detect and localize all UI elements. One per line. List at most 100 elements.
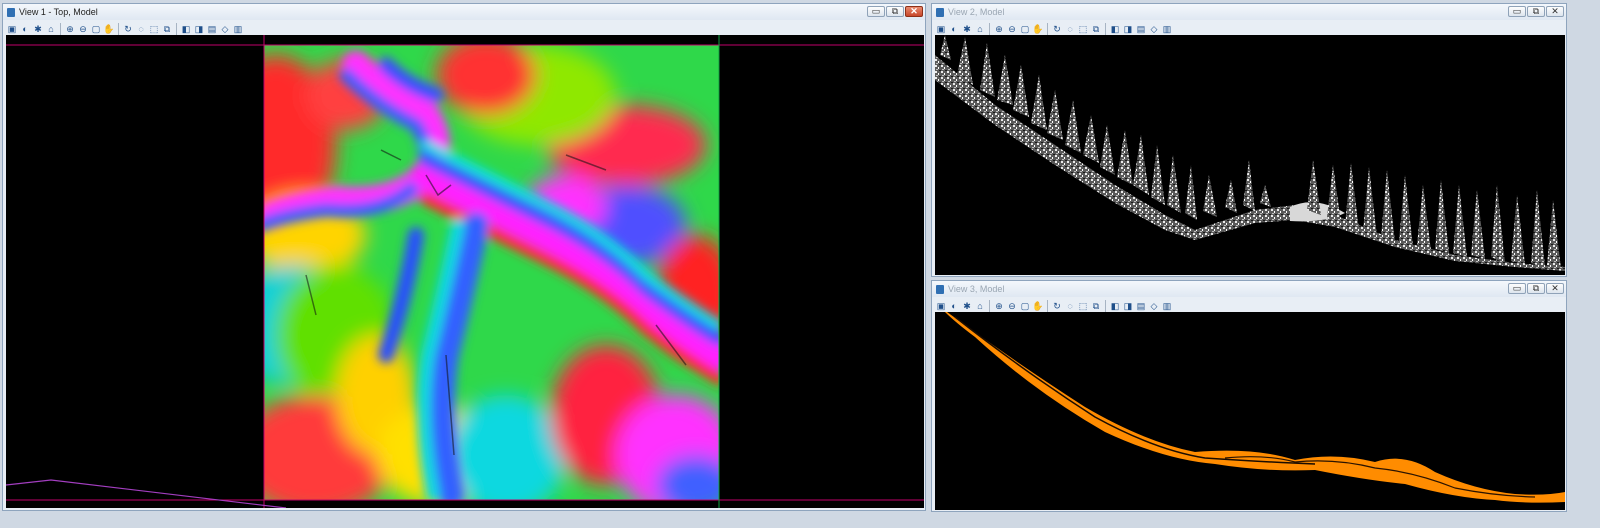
view3-title: View 3, Model [948,284,1005,294]
walk-icon[interactable]: ◌ [135,23,147,35]
previous-view-icon[interactable]: ◧ [1109,300,1121,312]
lights-icon[interactable]: ✱ [961,300,973,312]
lights-icon[interactable]: ✱ [961,23,973,35]
toolbar-separator [989,300,990,312]
view3-drawing [935,312,1565,510]
toolbar-separator [176,23,177,35]
close-icon: ✕ [1551,283,1559,293]
previous-view-icon[interactable]: ◧ [1109,23,1121,35]
toolbar-separator [118,23,119,35]
next-view-icon[interactable]: ◨ [1122,23,1134,35]
view3-window-buttons: ▭ ⧉ ✕ [1508,283,1564,294]
copy-view-icon[interactable]: ⧉ [1090,300,1102,312]
view-attributes-icon[interactable]: ▣ [6,23,18,35]
minimize-button[interactable]: ▭ [1508,283,1526,294]
rotate-icon[interactable]: ↻ [1051,300,1063,312]
close-icon: ✕ [910,6,918,16]
view2-window-buttons: ▭ ⧉ ✕ [1508,6,1564,17]
close-button[interactable]: ✕ [1546,6,1564,17]
view3-titlebar[interactable]: View 3, Model ▭ ⧉ ✕ [932,281,1566,297]
minimize-icon: ▭ [871,6,881,16]
zoom-in-icon[interactable]: ⊕ [993,300,1005,312]
pan-icon[interactable]: ✋ [103,23,115,35]
copy-view-icon[interactable]: ⧉ [1090,23,1102,35]
clip-volume-icon[interactable]: ⌂ [974,300,986,312]
next-view-icon[interactable]: ◨ [193,23,205,35]
toolbar-separator [1047,23,1048,35]
restore-button[interactable]: ⧉ [886,6,904,17]
change-view-perspective-icon[interactable]: ◇ [1148,23,1160,35]
pan-icon[interactable]: ✋ [1032,300,1044,312]
view3-canvas[interactable] [935,312,1565,510]
zoom-out-icon[interactable]: ⊖ [77,23,89,35]
view1-window-buttons: ▭ ⧉ ✕ [867,6,923,17]
close-button[interactable]: ✕ [905,6,923,17]
minimize-icon: ▭ [1512,283,1522,293]
window-area-icon[interactable]: ⬚ [1077,23,1089,35]
zoom-in-icon[interactable]: ⊕ [993,23,1005,35]
view-attributes-icon[interactable]: ▣ [935,300,947,312]
view-settings-icon[interactable]: ▤ [1135,300,1147,312]
pan-icon[interactable]: ✋ [1032,23,1044,35]
view2-title: View 2, Model [948,7,1005,17]
view-settings-icon[interactable]: ▤ [1135,23,1147,35]
close-button[interactable]: ✕ [1546,283,1564,294]
view1-canvas[interactable] [6,35,924,508]
view-attributes-icon[interactable]: ▣ [935,23,947,35]
camera-icon[interactable]: ▥ [232,23,244,35]
copy-view-icon[interactable]: ⧉ [161,23,173,35]
window-area-icon[interactable]: ⬚ [148,23,160,35]
next-view-icon[interactable]: ◨ [1122,300,1134,312]
rotate-icon[interactable]: ↻ [122,23,134,35]
clip-volume-icon[interactable]: ⌂ [45,23,57,35]
view1-window[interactable]: View 1 - Top, Model ▭ ⧉ ✕ ▣ ◐ ✱ ⌂ ⊕ ⊖ ▢ ✋ ↻ ◌ ⬚ ⧉ ◧ ◨… [2,3,926,511]
window-area-icon[interactable]: ⬚ [1077,300,1089,312]
toolbar-separator [1047,300,1048,312]
fit-view-icon[interactable]: ▢ [1019,300,1031,312]
view2-window[interactable]: View 2, Model ▭ ⧉ ✕ ▣ ◐ ✱ ⌂ ⊕ ⊖ ▢ ✋ ↻ ◌ ⬚ ⧉ ◧ ◨ ▤ ◇ ▥ [931,3,1567,277]
previous-view-icon[interactable]: ◧ [180,23,192,35]
view3-window[interactable]: View 3, Model ▭ ⧉ ✕ ▣ ◐ ✱ ⌂ ⊕ ⊖ ▢ ✋ ↻ ◌ ⬚ ⧉ ◧ ◨ ▤ ◇ ▥ [931,280,1567,512]
view2-drawing [935,35,1565,275]
toolbar-separator [989,23,990,35]
minimize-button[interactable]: ▭ [867,6,885,17]
fit-view-icon[interactable]: ▢ [90,23,102,35]
toolbar-separator [1105,23,1106,35]
walk-icon[interactable]: ◌ [1064,23,1076,35]
minimize-icon: ▭ [1512,6,1522,16]
camera-icon[interactable]: ▥ [1161,300,1173,312]
close-icon: ✕ [1551,6,1559,16]
display-style-icon[interactable]: ◐ [948,23,960,35]
clip-volume-icon[interactable]: ⌂ [974,23,986,35]
view-window-icon [7,7,15,17]
restore-icon: ⧉ [891,6,899,16]
toolbar-separator [1105,300,1106,312]
display-style-icon[interactable]: ◐ [19,23,31,35]
minimize-button[interactable]: ▭ [1508,6,1526,17]
zoom-in-icon[interactable]: ⊕ [64,23,76,35]
zoom-out-icon[interactable]: ⊖ [1006,23,1018,35]
elevation-heatmap [264,45,719,500]
lights-icon[interactable]: ✱ [32,23,44,35]
view2-canvas[interactable] [935,35,1565,275]
view-settings-icon[interactable]: ▤ [206,23,218,35]
zoom-out-icon[interactable]: ⊖ [1006,300,1018,312]
restore-button[interactable]: ⧉ [1527,283,1545,294]
change-view-perspective-icon[interactable]: ◇ [1148,300,1160,312]
fit-view-icon[interactable]: ▢ [1019,23,1031,35]
rotate-icon[interactable]: ↻ [1051,23,1063,35]
view1-drawing [6,35,924,508]
camera-icon[interactable]: ▥ [1161,23,1173,35]
display-style-icon[interactable]: ◐ [948,300,960,312]
walk-icon[interactable]: ◌ [1064,300,1076,312]
restore-icon: ⧉ [1532,283,1540,293]
view1-title: View 1 - Top, Model [19,7,98,17]
view-window-icon [936,284,944,294]
view-window-icon [936,7,944,17]
restore-icon: ⧉ [1532,6,1540,16]
toolbar-separator [60,23,61,35]
view1-titlebar[interactable]: View 1 - Top, Model ▭ ⧉ ✕ [3,4,925,20]
restore-button[interactable]: ⧉ [1527,6,1545,17]
view2-titlebar[interactable]: View 2, Model ▭ ⧉ ✕ [932,4,1566,20]
change-view-perspective-icon[interactable]: ◇ [219,23,231,35]
